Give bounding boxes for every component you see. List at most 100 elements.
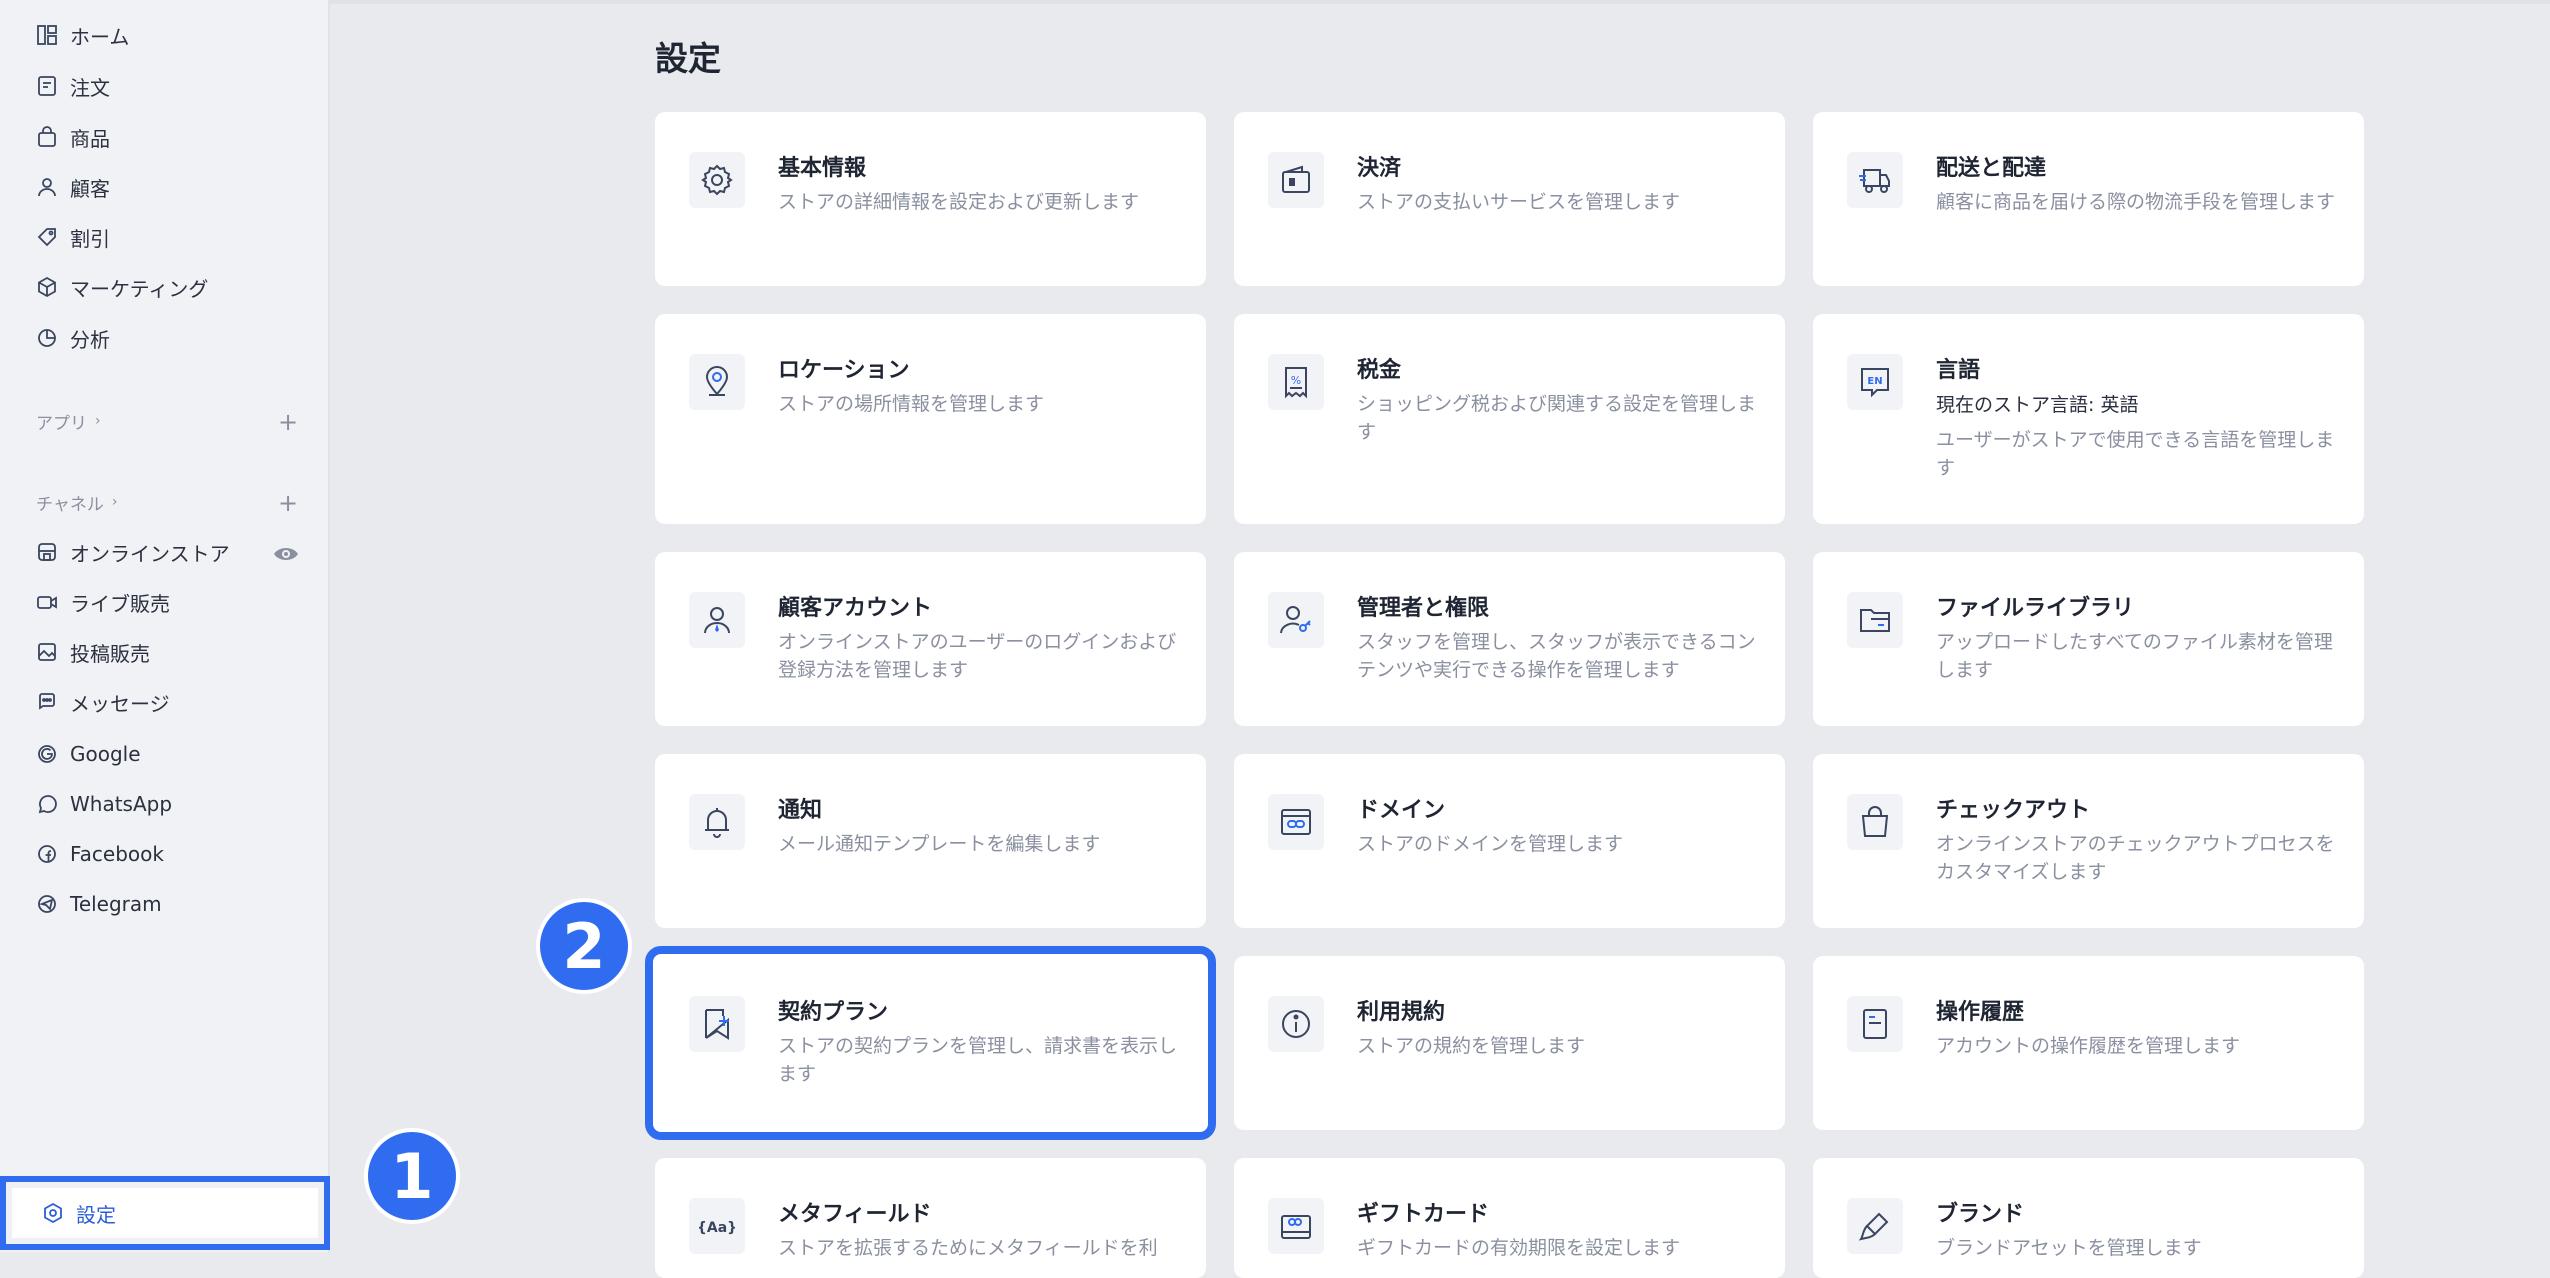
- apps-section-label[interactable]: アプリ ›: [36, 406, 101, 436]
- brand-icon: [1847, 1198, 1903, 1254]
- sidebar-item-orders[interactable]: 注文: [36, 66, 110, 106]
- channels-section-label[interactable]: チャネル ›: [36, 487, 117, 517]
- language-badge-text: EN: [1867, 376, 1882, 387]
- card-description: ストアの詳細情報を設定および更新します: [778, 191, 1140, 213]
- sidebar-item-telegram[interactable]: Telegram: [36, 884, 162, 924]
- location-icon: [689, 354, 745, 410]
- eye-icon[interactable]: [272, 540, 300, 568]
- message-icon: [36, 691, 58, 713]
- home-icon: [36, 24, 58, 46]
- sidebar-item-analytics[interactable]: 分析: [36, 318, 110, 358]
- card-title: チェックアウト: [1936, 798, 2091, 823]
- card-description: オンラインストアのチェックアウトプロセスをカスタマイズします: [1936, 833, 2335, 883]
- sidebar-item-settings[interactable]: 設定: [12, 1188, 318, 1238]
- add-app-icon[interactable]: +: [276, 410, 300, 434]
- card-description: ブランドアセットを管理します: [1936, 1237, 2202, 1259]
- sidebar-item-marketing[interactable]: マーケティング: [36, 267, 208, 307]
- card-title: メタフィールド: [778, 1202, 932, 1227]
- sidebar-item-label: Google: [70, 742, 141, 766]
- whatsapp-icon: [36, 793, 58, 815]
- sidebar-item-facebook[interactable]: Facebook: [36, 834, 164, 874]
- giftcard-icon: [1268, 1198, 1324, 1254]
- chevron-right-icon: ›: [95, 413, 101, 429]
- card-file-library[interactable]: ファイルライブラリ アップロードしたすべてのファイル素材を管理します: [1813, 552, 2364, 726]
- card-description: ショッピング税および関連する設定を管理します: [1357, 393, 1757, 443]
- products-icon: [36, 126, 58, 148]
- card-title: ブランド: [1936, 1202, 2025, 1227]
- card-title: 契約プラン: [778, 1000, 889, 1025]
- card-brand[interactable]: ブランド ブランドアセットを管理します: [1813, 1158, 2364, 1278]
- sidebar-item-products[interactable]: 商品: [36, 117, 110, 157]
- metafield-icon: {Aa}: [689, 1198, 745, 1254]
- sidebar-item-label: ホーム: [70, 24, 130, 49]
- card-shipping[interactable]: 配送と配達 顧客に商品を届ける際の物流手段を管理します: [1813, 112, 2364, 286]
- sidebar: ホーム 注文 商品 顧客 割引 マーケティング 分析 アプリ › + チャネル › …: [0, 0, 330, 1252]
- telegram-icon: [36, 893, 58, 915]
- sidebar-item-label: 割引: [70, 226, 110, 251]
- live-icon: [36, 591, 58, 613]
- post-icon: [36, 641, 58, 663]
- card-admins-permissions[interactable]: 管理者と権限 スタッフを管理し、スタッフが表示できるコンテンツや実行できる操作を…: [1234, 552, 1785, 726]
- sidebar-item-home[interactable]: ホーム: [36, 15, 129, 55]
- plan-icon: [689, 996, 745, 1052]
- sidebar-item-live-selling[interactable]: ライブ販売: [36, 582, 170, 622]
- sidebar-item-messages[interactable]: メッセージ: [36, 682, 170, 722]
- folder-icon: [1847, 592, 1903, 648]
- sidebar-item-online-store[interactable]: オンラインストア: [36, 532, 230, 572]
- current-language: 現在のストア言語: 英語: [1936, 394, 2139, 416]
- card-title: ファイルライブラリ: [1936, 596, 2135, 621]
- sidebar-item-post-selling[interactable]: 投稿販売: [36, 632, 150, 672]
- sidebar-item-label: オンラインストア: [70, 541, 230, 566]
- card-description: ストアの契約プランを管理し、請求書を表示します: [778, 1035, 1178, 1085]
- card-basic-info[interactable]: 基本情報 ストアの詳細情報を設定および更新します: [655, 112, 1206, 286]
- sidebar-item-label: 投稿販売: [70, 641, 150, 666]
- wallet-icon: [1268, 152, 1324, 208]
- sidebar-item-label: ライブ販売: [70, 591, 170, 616]
- sidebar-item-label: WhatsApp: [70, 792, 173, 816]
- card-title: 決済: [1357, 156, 1402, 181]
- card-title: 管理者と権限: [1357, 596, 1490, 621]
- card-payments[interactable]: 決済 ストアの支払いサービスを管理します: [1234, 112, 1785, 286]
- card-description: ストアの規約を管理します: [1357, 1035, 1586, 1057]
- card-metafields[interactable]: {Aa} メタフィールド ストアを拡張するためにメタフィールドを利: [655, 1158, 1206, 1278]
- sidebar-item-google[interactable]: Google: [36, 734, 141, 774]
- marketing-icon: [36, 276, 58, 298]
- sidebar-item-discounts[interactable]: 割引: [36, 217, 110, 257]
- card-customer-accounts[interactable]: 顧客アカウント オンラインストアのユーザーのログインおよび登録方法を管理します: [655, 552, 1206, 726]
- card-title: ロケーション: [778, 358, 910, 383]
- card-location[interactable]: ロケーション ストアの場所情報を管理します: [655, 314, 1206, 524]
- card-checkout[interactable]: チェックアウト オンラインストアのチェックアウトプロセスをカスタマイズします: [1813, 754, 2364, 928]
- google-icon: [36, 743, 58, 765]
- apps-label-text: アプリ: [36, 413, 87, 434]
- card-description: ギフトカードの有効期限を設定します: [1357, 1237, 1681, 1259]
- card-subscription-plan[interactable]: 契約プラン ストアの契約プランを管理し、請求書を表示します: [645, 946, 1216, 1140]
- settings-highlight: 設定: [0, 1176, 330, 1250]
- sidebar-item-label: Telegram: [70, 892, 162, 916]
- discount-icon: [36, 226, 58, 248]
- card-notifications[interactable]: 通知 メール通知テンプレートを編集します: [655, 754, 1206, 928]
- card-activity-log[interactable]: 操作履歴 アカウントの操作履歴を管理します: [1813, 956, 2364, 1130]
- card-title: 配送と配達: [1936, 156, 2047, 181]
- admin-icon: [1268, 592, 1324, 648]
- customer-account-icon: [689, 592, 745, 648]
- sidebar-item-whatsapp[interactable]: WhatsApp: [36, 784, 172, 824]
- card-terms[interactable]: 利用規約 ストアの規約を管理します: [1234, 956, 1785, 1130]
- card-language[interactable]: EN 言語 現在のストア言語: 英語 ユーザーがストアで使用できる言語を管理しま…: [1813, 314, 2364, 524]
- info-icon: [1268, 996, 1324, 1052]
- sidebar-item-customers[interactable]: 顧客: [36, 167, 110, 207]
- card-title: ギフトカード: [1357, 1202, 1490, 1227]
- store-icon: [36, 541, 58, 563]
- card-title: 基本情報: [778, 156, 867, 181]
- sidebar-item-label: 分析: [70, 327, 110, 352]
- card-tax[interactable]: % 税金 ショッピング税および関連する設定を管理します: [1234, 314, 1785, 524]
- card-title: 利用規約: [1357, 1000, 1446, 1025]
- svg-text:%: %: [1291, 374, 1301, 387]
- card-description: 顧客に商品を届ける際の物流手段を管理します: [1936, 191, 2336, 213]
- language-icon: EN: [1847, 354, 1903, 410]
- card-gift-cards[interactable]: ギフトカード ギフトカードの有効期限を設定します: [1234, 1158, 1785, 1278]
- add-channel-icon[interactable]: +: [276, 491, 300, 515]
- truck-icon: [1847, 152, 1903, 208]
- card-domain[interactable]: ドメイン ストアのドメインを管理します: [1234, 754, 1785, 928]
- step-badge-2: 2: [536, 898, 632, 994]
- card-title: 言語: [1936, 358, 1981, 383]
